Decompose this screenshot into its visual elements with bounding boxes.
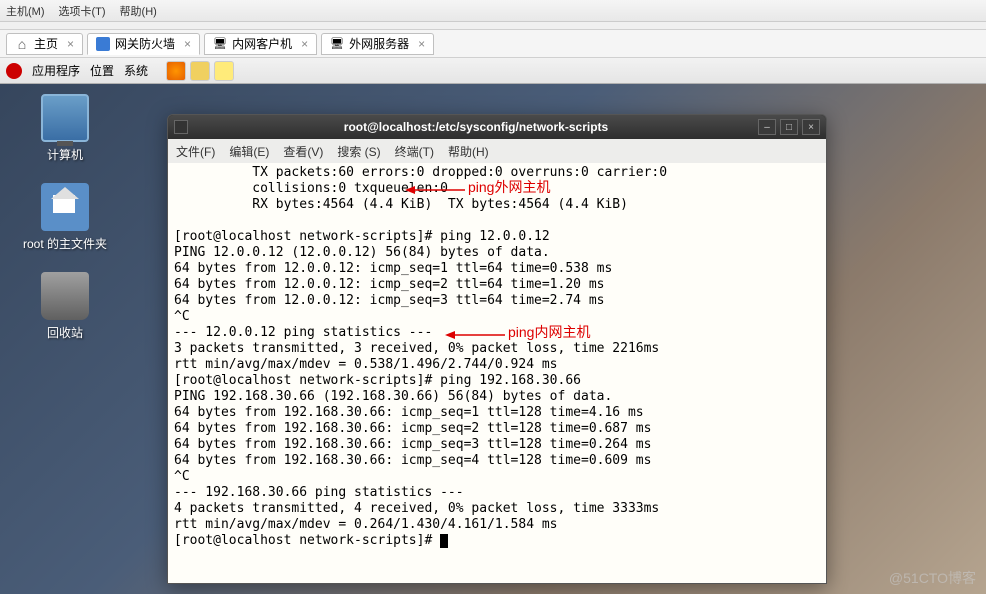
terminal-title: root@localhost:/etc/sysconfig/network-sc… [194,120,758,134]
redhat-icon[interactable] [6,63,22,79]
terminal-line: 4 packets transmitted, 4 received, 0% pa… [174,501,820,517]
terminal-line: 3 packets transmitted, 3 received, 0% pa… [174,341,820,357]
tab-gateway-firewall[interactable]: 网关防火墙 × [87,33,200,55]
desktop-icon-label: 回收站 [47,324,83,341]
menu-edit[interactable]: 编辑(E) [229,143,269,160]
desktop-icon-home[interactable]: root 的主文件夹 [20,183,110,252]
vmware-toolbar [0,22,986,30]
tab-close-icon[interactable]: × [67,37,74,51]
terminal-line: rtt min/avg/max/mdev = 0.538/1.496/2.744… [174,357,820,373]
desktop-icon-label: 计算机 [47,146,83,163]
tab-label: 外网服务器 [349,35,409,52]
tab-home[interactable]: 主页 × [6,33,83,55]
home-folder-icon [41,183,89,231]
tab-close-icon[interactable]: × [418,37,425,51]
gnome-panel: 应用程序 位置 系统 [0,58,986,84]
menu-help[interactable]: 帮助(H) [120,3,157,19]
monitor-icon [213,37,227,51]
terminal-line: ^C [174,309,820,325]
terminal-line: TX packets:60 errors:0 dropped:0 overrun… [174,165,820,181]
monitor-icon [330,37,344,51]
terminal-line: 64 bytes from 12.0.0.12: icmp_seq=3 ttl=… [174,293,820,309]
trash-icon [41,272,89,320]
terminal-content[interactable]: TX packets:60 errors:0 dropped:0 overrun… [168,163,826,583]
terminal-line: --- 12.0.0.12 ping statistics --- [174,325,820,341]
tab-close-icon[interactable]: × [184,37,191,51]
terminal-line: ^C [174,469,820,485]
panel-system[interactable]: 系统 [124,62,148,79]
minimize-button[interactable]: – [758,119,776,135]
terminal-line: 64 bytes from 192.168.30.66: icmp_seq=2 … [174,421,820,437]
terminal-line: --- 192.168.30.66 ping statistics --- [174,485,820,501]
menu-view[interactable]: 查看(V) [283,143,323,160]
terminal-line: 64 bytes from 192.168.30.66: icmp_seq=1 … [174,405,820,421]
terminal-line: 64 bytes from 12.0.0.12: icmp_seq=2 ttl=… [174,277,820,293]
menu-help[interactable]: 帮助(H) [448,143,489,160]
home-icon [15,37,29,51]
tab-label: 网关防火墙 [115,35,175,52]
cursor [440,534,448,548]
terminal-line: RX bytes:4564 (4.4 KiB) TX bytes:4564 (4… [174,197,820,213]
desktop-icon-computer[interactable]: 计算机 [20,94,110,163]
firefox-icon[interactable] [166,61,186,81]
watermark: @51CTO博客 [889,568,976,588]
menu-host[interactable]: 主机(M) [6,3,45,19]
tab-external-server[interactable]: 外网服务器 × [321,33,434,55]
tab-label: 主页 [34,35,58,52]
panel-places[interactable]: 位置 [90,62,114,79]
desktop: 计算机 root 的主文件夹 回收站 root@localhost:/etc/s… [0,84,986,594]
shield-icon [96,37,110,51]
tab-label: 内网客户机 [232,35,292,52]
tab-close-icon[interactable]: × [301,37,308,51]
close-button[interactable]: × [802,119,820,135]
terminal-line: collisions:0 txqueuelen:0 [174,181,820,197]
terminal-window: root@localhost:/etc/sysconfig/network-sc… [167,114,827,584]
desktop-icon-label: root 的主文件夹 [23,235,107,252]
terminal-line: 64 bytes from 192.168.30.66: icmp_seq=3 … [174,437,820,453]
vm-tabs-row: 主页 × 网关防火墙 × 内网客户机 × 外网服务器 × [0,30,986,58]
vmware-menu-bar: 主机(M) 选项卡(T) 帮助(H) [0,0,986,22]
terminal-line: 64 bytes from 192.168.30.66: icmp_seq=4 … [174,453,820,469]
menu-file[interactable]: 文件(F) [176,143,215,160]
terminal-line: 64 bytes from 12.0.0.12: icmp_seq=1 ttl=… [174,261,820,277]
panel-applications[interactable]: 应用程序 [32,62,80,79]
terminal-titlebar[interactable]: root@localhost:/etc/sysconfig/network-sc… [168,115,826,139]
terminal-line: PING 12.0.0.12 (12.0.0.12) 56(84) bytes … [174,245,820,261]
terminal-line: [root@localhost network-scripts]# [174,533,820,549]
note-icon[interactable] [214,61,234,81]
tab-internal-client[interactable]: 内网客户机 × [204,33,317,55]
menu-tabs[interactable]: 选项卡(T) [59,3,106,19]
terminal-line [174,213,820,229]
maximize-button[interactable]: □ [780,119,798,135]
menu-terminal[interactable]: 终端(T) [395,143,434,160]
terminal-line: [root@localhost network-scripts]# ping 1… [174,229,820,245]
menu-search[interactable]: 搜索 (S) [337,143,380,160]
terminal-icon [174,120,188,134]
terminal-line: [root@localhost network-scripts]# ping 1… [174,373,820,389]
mail-icon[interactable] [190,61,210,81]
computer-icon [41,94,89,142]
terminal-line: PING 192.168.30.66 (192.168.30.66) 56(84… [174,389,820,405]
terminal-menubar: 文件(F) 编辑(E) 查看(V) 搜索 (S) 终端(T) 帮助(H) [168,139,826,163]
terminal-line: rtt min/avg/max/mdev = 0.264/1.430/4.161… [174,517,820,533]
desktop-icon-trash[interactable]: 回收站 [20,272,110,341]
